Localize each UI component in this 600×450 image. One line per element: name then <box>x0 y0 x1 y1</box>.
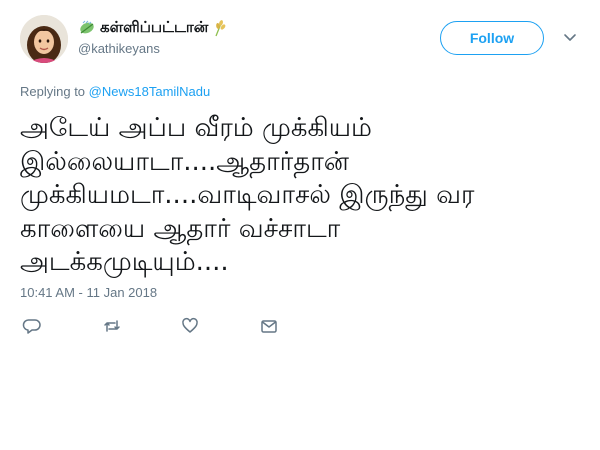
reply-icon[interactable] <box>22 316 42 336</box>
tweet-text-line: அடேய் அப்ப வீரம் முக்கியம் <box>20 113 372 143</box>
follow-button[interactable]: Follow <box>440 21 544 55</box>
display-name[interactable]: கள்ளிப்பட்டான் <box>78 18 226 38</box>
retweet-icon[interactable] <box>102 316 122 336</box>
tweet-text-line: முக்கியமடா....வாடிவாசல் இருந்து வர <box>20 180 475 210</box>
like-icon[interactable] <box>180 316 200 336</box>
reply-context: Replying to @News18TamilNadu <box>20 84 210 99</box>
tweet-text-line: காளையை ஆதார் வச்சாடா <box>20 213 341 244</box>
reply-to-link[interactable]: @News18TamilNadu <box>89 84 211 99</box>
message-icon[interactable] <box>259 316 279 336</box>
tweet-timestamp[interactable]: 10:41 AM - 11 Jan 2018 <box>20 285 157 300</box>
leaf-icon <box>80 20 94 34</box>
reply-prefix: Replying to <box>20 84 86 99</box>
wheat-icon <box>215 20 226 37</box>
tweet-text: அடேய் அப்ப வீரம் முக்கியம் இல்லையாடா....… <box>20 112 540 280</box>
tweet-text-line: அடக்கமுடியும்.... <box>20 247 229 277</box>
tweet-text-line: இல்லையாடா....ஆதார்தான் <box>20 146 349 177</box>
chevron-down-icon[interactable] <box>562 31 578 45</box>
avatar-image <box>20 15 68 63</box>
avatar[interactable] <box>20 15 68 63</box>
display-name-text: கள்ளிப்பட்டான் <box>100 18 209 36</box>
user-handle[interactable]: @kathikeyans <box>78 41 160 56</box>
